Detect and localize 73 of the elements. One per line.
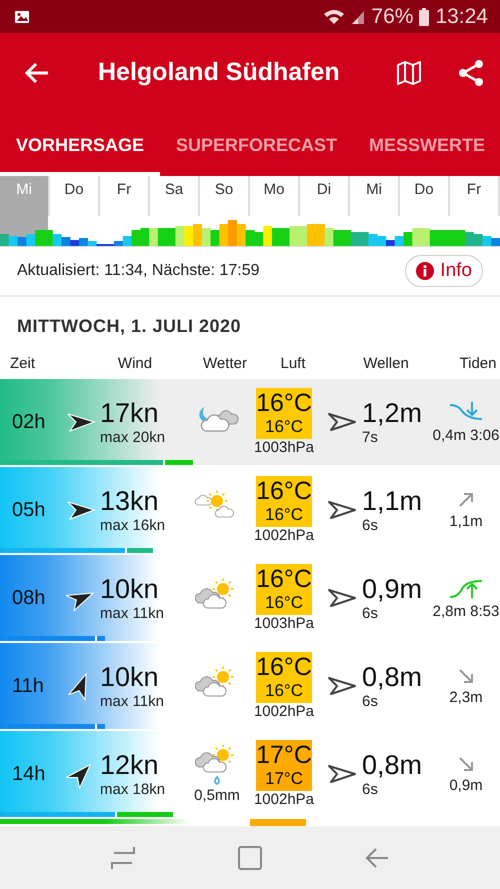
rain-amount: 0,5mm (194, 786, 240, 804)
wind-speed: 10kn (100, 662, 159, 693)
wind-speed: 17kn (100, 398, 159, 429)
wifi-icon (323, 8, 346, 24)
battery-level: 76% (371, 4, 414, 28)
air-temperature: 16°C (256, 478, 312, 505)
pressure: 1002hPa (254, 527, 314, 544)
water-temperature: 16°C (265, 417, 303, 437)
recent-apps-icon[interactable] (110, 844, 136, 870)
forecast-row[interactable]: 02h 17kn max 20kn 16°C 16°C 1003hPa 1,2m 7s 0,4m 3:06 (0, 379, 500, 465)
time-label: 05h (12, 498, 46, 522)
gust-speed: max 11kn (100, 605, 164, 622)
column-header: Wellen (362, 355, 410, 374)
location-title: Helgoland Südhafen (98, 58, 341, 87)
home-icon[interactable] (236, 844, 263, 870)
gust-speed: max 20kn (100, 429, 166, 446)
wind-speed: 13kn (100, 486, 159, 517)
air-temperature: 16°C (256, 654, 312, 681)
pressure: 1003hPa (254, 615, 314, 632)
water-temperature: 16°C (265, 505, 303, 525)
wave-period: 7s (362, 429, 378, 446)
wave-period: 6s (362, 781, 378, 798)
forecast-row[interactable]: 14h 12kn max 18kn 0,5mm 17°C 17°C 1002hPa 0,8m 6s 0,9m (0, 731, 500, 817)
pressure: 1003hPa (254, 439, 314, 456)
map-icon[interactable] (396, 60, 422, 86)
gust-speed: max 11kn (100, 693, 164, 710)
share-icon[interactable] (458, 58, 484, 86)
wave-height: 0,9m (362, 574, 422, 605)
time-label: 14h (12, 762, 46, 786)
date-heading: MITTWOCH, 1. JULI 2020 (16, 314, 242, 338)
air-temperature: 16°C (256, 566, 312, 593)
gust-speed: max 18kn (100, 781, 166, 798)
water-temperature: 16°C (265, 593, 303, 613)
wave-height: 1,1m (362, 486, 422, 517)
wave-height: 1,2m (362, 398, 422, 429)
pressure: 1002hPa (254, 791, 314, 808)
time-label: 08h (12, 586, 46, 610)
image-icon (14, 10, 30, 24)
wave-height: 0,8m (362, 750, 422, 781)
wind-speed: 10kn (100, 574, 159, 605)
tide-info: 0,9m (449, 776, 483, 794)
info-button[interactable]: Info (405, 255, 483, 287)
time-label: 02h (12, 410, 46, 434)
tide-info: 2,8m 8:53 (432, 602, 500, 620)
signal-icon (351, 8, 366, 24)
air-temperature: 17°C (256, 742, 312, 769)
wave-period: 6s (362, 693, 378, 710)
forecast-row[interactable]: 11h 10kn max 11kn 16°C 16°C 1002hPa 0,8m 6s 2,3m (0, 643, 500, 729)
battery-icon (419, 8, 430, 26)
time-label: 11h (12, 674, 44, 698)
update-info: Aktualisiert: 11:34, Nächste: 17:59 (17, 262, 260, 280)
tide-info: 0,4m 3:06 (432, 426, 500, 444)
column-header: Wetter (202, 355, 248, 374)
info-icon (416, 262, 434, 280)
tide-info: 1,1m (449, 512, 483, 530)
back-arrow-icon[interactable] (24, 60, 50, 84)
air-temperature: 16°C (256, 390, 312, 417)
wave-period: 6s (362, 605, 378, 622)
water-temperature: 16°C (265, 681, 303, 701)
column-header: Wind (116, 355, 154, 374)
clock: 13:24 (435, 4, 488, 28)
wave-height: 0,8m (362, 662, 422, 693)
gust-speed: max 16kn (100, 517, 166, 534)
column-header: Zeit (10, 355, 36, 374)
forecast-row[interactable]: 05h 13kn max 16kn 16°C 16°C 1002hPa 1,1m 6s 1,1m (0, 467, 500, 553)
column-header: Tiden (458, 355, 498, 374)
water-temperature: 17°C (265, 769, 303, 789)
pressure: 1002hPa (254, 703, 314, 720)
wave-period: 6s (362, 517, 378, 534)
column-header: Luft (279, 355, 307, 374)
tide-info: 2,3m (449, 688, 483, 706)
forecast-row[interactable]: 08h 10kn max 11kn 16°C 16°C 1003hPa 0,9m 6s 2,8m 8:53 (0, 555, 500, 641)
wind-speed: 12kn (100, 750, 159, 781)
